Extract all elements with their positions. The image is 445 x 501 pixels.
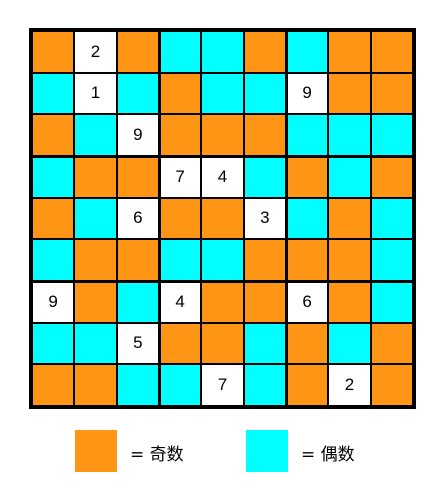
cell-odd[interactable]	[74, 364, 117, 406]
cell-even[interactable]	[328, 322, 371, 365]
cell-even[interactable]	[32, 239, 75, 281]
legend-odd-label: = 奇数	[130, 445, 184, 465]
cell-odd[interactable]	[32, 31, 75, 73]
cell-even[interactable]	[201, 72, 244, 115]
cell-even[interactable]	[370, 239, 413, 281]
cell-even[interactable]	[159, 31, 202, 73]
cell-given[interactable]: 3	[243, 197, 286, 240]
cell-odd[interactable]	[286, 239, 329, 281]
cell-odd[interactable]	[74, 156, 117, 198]
cell-odd[interactable]	[370, 364, 413, 406]
cell-given[interactable]: 7	[201, 364, 244, 406]
cell-odd[interactable]	[159, 72, 202, 115]
cell-odd[interactable]	[116, 239, 159, 281]
cell-odd[interactable]	[328, 72, 371, 115]
cell-even[interactable]	[201, 239, 244, 281]
box-divider-vertical	[157, 31, 161, 406]
cell-even[interactable]	[243, 156, 286, 198]
cell-odd[interactable]	[370, 31, 413, 73]
cell-even[interactable]	[370, 281, 413, 323]
cell-odd[interactable]	[243, 31, 286, 73]
cell-odd[interactable]	[243, 239, 286, 281]
cell-even[interactable]	[286, 31, 329, 73]
cell-even[interactable]	[32, 72, 75, 115]
cell-odd[interactable]	[32, 364, 75, 406]
cell-even[interactable]	[370, 114, 413, 156]
cell-even[interactable]	[159, 364, 202, 406]
cell-even[interactable]	[74, 197, 117, 240]
cell-odd[interactable]	[328, 31, 371, 73]
cell-even[interactable]	[159, 239, 202, 281]
cell-given[interactable]: 4	[159, 281, 202, 323]
cell-odd[interactable]	[159, 322, 202, 365]
cell-odd[interactable]	[370, 156, 413, 198]
cell-odd[interactable]	[328, 281, 371, 323]
cell-odd[interactable]	[32, 114, 75, 156]
cell-odd[interactable]	[243, 114, 286, 156]
cell-given[interactable]: 1	[74, 72, 117, 115]
cell-even[interactable]	[328, 156, 371, 198]
cell-even[interactable]	[116, 72, 159, 115]
cell-odd[interactable]	[201, 281, 244, 323]
cell-odd[interactable]	[243, 281, 286, 323]
cell-even[interactable]	[74, 322, 117, 365]
cell-given[interactable]: 4	[201, 156, 244, 198]
cell-given[interactable]: 6	[116, 197, 159, 240]
cell-odd[interactable]	[116, 156, 159, 198]
cell-even[interactable]	[370, 197, 413, 240]
cell-even[interactable]	[116, 281, 159, 323]
sudoku-board: 21997463946572	[29, 28, 416, 409]
legend-even-swatch	[246, 430, 288, 472]
cell-given[interactable]: 7	[159, 156, 202, 198]
cell-odd[interactable]	[286, 364, 329, 406]
cell-even[interactable]	[32, 156, 75, 198]
cell-even[interactable]	[328, 114, 371, 156]
cell-given[interactable]: 9	[286, 72, 329, 115]
cell-odd[interactable]	[286, 322, 329, 365]
cell-even[interactable]	[201, 31, 244, 73]
cell-odd[interactable]	[74, 239, 117, 281]
cell-odd[interactable]	[370, 322, 413, 365]
box-divider-horizontal	[32, 154, 413, 158]
box-divider-horizontal	[32, 279, 413, 283]
legend-even-label: = 偶数	[301, 445, 355, 465]
cell-given[interactable]: 2	[328, 364, 371, 406]
cell-given[interactable]: 5	[116, 322, 159, 365]
cell-odd[interactable]	[201, 197, 244, 240]
cell-odd[interactable]	[201, 322, 244, 365]
cell-odd[interactable]	[328, 239, 371, 281]
cell-given[interactable]: 9	[32, 281, 75, 323]
box-divider-vertical	[284, 31, 288, 406]
legend-odd-swatch	[75, 430, 117, 472]
cell-odd[interactable]	[32, 197, 75, 240]
cell-odd[interactable]	[201, 114, 244, 156]
cell-even[interactable]	[116, 364, 159, 406]
cell-odd[interactable]	[370, 72, 413, 115]
cell-given[interactable]: 9	[116, 114, 159, 156]
cell-even[interactable]	[243, 322, 286, 365]
cell-even[interactable]	[243, 364, 286, 406]
cell-even[interactable]	[286, 114, 329, 156]
cell-even[interactable]	[74, 114, 117, 156]
cell-odd[interactable]	[286, 156, 329, 198]
cell-given[interactable]: 6	[286, 281, 329, 323]
cell-odd[interactable]	[328, 197, 371, 240]
cell-odd[interactable]	[159, 114, 202, 156]
cell-given[interactable]: 2	[74, 31, 117, 73]
cell-even[interactable]	[243, 72, 286, 115]
cell-odd[interactable]	[116, 31, 159, 73]
cell-even[interactable]	[286, 197, 329, 240]
cell-odd[interactable]	[159, 197, 202, 240]
cell-even[interactable]	[32, 322, 75, 365]
cell-odd[interactable]	[74, 281, 117, 323]
